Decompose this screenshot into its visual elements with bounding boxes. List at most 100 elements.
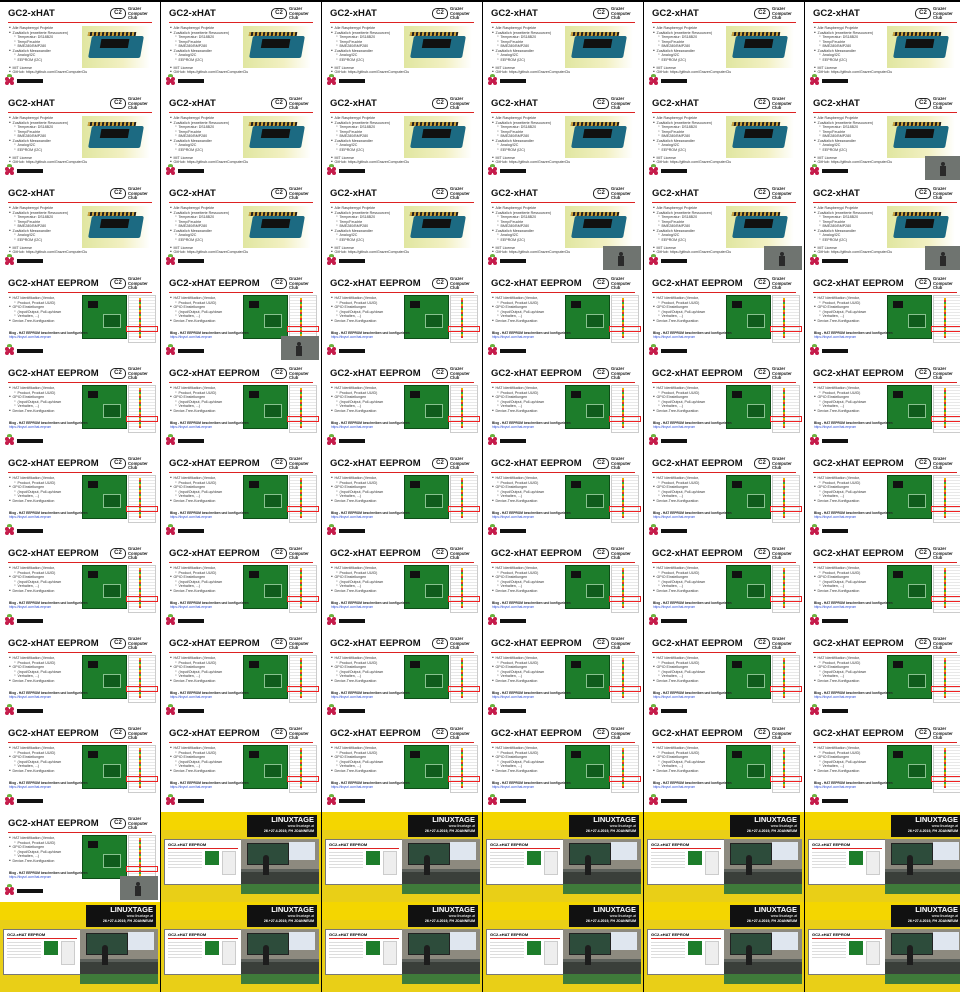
blog-note: Blog - HAT EEPROM beschreiben und konfig… (492, 601, 582, 610)
slide-gc2-xhat-eeprom: GC2-xHAT EEPROM C2Grazer Computer Club HAT… (644, 272, 804, 362)
video-frame-thumbnail[interactable]: GC2-xHAT EEPROM C2Grazer Computer Club HAT… (322, 452, 482, 542)
video-frame-thumbnail[interactable]: LINUXTAGE www.linuxtage.at 26.+27.4.2019, … (805, 812, 960, 902)
bullet-list: HAT Identifikation (Vendor,Product, Prod… (814, 386, 892, 413)
video-frame-thumbnail[interactable]: GC2-xHAT EEPROM C2Grazer Computer Club HAT… (644, 362, 804, 452)
linuxtage-stream-frame: LINUXTAGE www.linuxtage.at 26.+27.4.2019, … (644, 902, 804, 992)
slide-gc2-xhat-eeprom: GC2-xHAT EEPROM C2Grazer Computer Club HAT… (0, 362, 160, 452)
gc2-logo-mark: C2 (110, 458, 126, 469)
video-frame-thumbnail[interactable]: LINUXTAGE www.linuxtage.at 26.+27.4.2019, … (161, 812, 321, 902)
video-frame-thumbnail[interactable]: GC2-xHAT EEPROM C2Grazer Computer Club HAT… (322, 272, 482, 362)
video-frame-thumbnail[interactable]: GC2-xHAT EEPROM C2Grazer Computer Club HAT… (483, 632, 643, 722)
video-frame-thumbnail[interactable]: GC2-xHAT EEPROM C2Grazer Computer Club HAT… (644, 632, 804, 722)
video-frame-thumbnail[interactable]: GC2-xHAT EEPROM C2Grazer Computer Club HAT… (0, 632, 160, 722)
video-frame-thumbnail[interactable]: GC2-xHAT EEPROM C2Grazer Computer Club HAT… (483, 272, 643, 362)
video-frame-thumbnail[interactable]: GC2-xHAT EEPROM C2Grazer Computer Club HAT… (483, 362, 643, 452)
video-frame-thumbnail[interactable]: GC2-xHAT EEPROM C2Grazer Computer Club HAT… (805, 362, 960, 452)
video-frame-thumbnail[interactable]: LINUXTAGE www.linuxtage.at 26.+27.4.2019, … (805, 902, 960, 992)
video-frame-thumbnail[interactable]: GC2-xHAT C2Grazer Computer Club Alle Raspb… (0, 92, 160, 182)
video-frame-thumbnail[interactable]: GC2-xHAT EEPROM C2Grazer Computer Club HAT… (805, 632, 960, 722)
title-rule (8, 742, 152, 743)
video-frame-thumbnail[interactable]: GC2-xHAT EEPROM C2Grazer Computer Club HAT… (322, 542, 482, 632)
video-frame-thumbnail[interactable]: GC2-xHAT EEPROM C2Grazer Computer Club HAT… (322, 722, 482, 812)
video-frame-thumbnail[interactable]: LINUXTAGE www.linuxtage.at 26.+27.4.2019, … (0, 902, 160, 992)
hat-board-photo (82, 116, 150, 158)
gc2-logo-text: Grazer Computer Club (611, 366, 631, 381)
speaker-camera-overlay (281, 336, 319, 360)
video-frame-thumbnail[interactable]: GC2-xHAT EEPROM C2Grazer Computer Club HAT… (0, 452, 160, 542)
video-frame-thumbnail[interactable]: LINUXTAGE www.linuxtage.at 26.+27.4.2019, … (161, 902, 321, 992)
bullet-list: HAT Identifikation (Vendor,Product, Prod… (331, 566, 409, 593)
bullet-list: Alle Raspberrypi ProjekteZusätzlich (erw… (170, 116, 248, 165)
video-frame-thumbnail[interactable]: LINUXTAGE www.linuxtage.at 26.+27.4.2019, … (322, 902, 482, 992)
video-frame-thumbnail[interactable]: GC2-xHAT EEPROM C2Grazer Computer Club HAT… (161, 272, 321, 362)
video-frame-thumbnail[interactable]: GC2-xHAT EEPROM C2Grazer Computer Club HAT… (161, 632, 321, 722)
footer-bar (17, 799, 43, 803)
slide-title: GC2-xHAT EEPROM (491, 458, 582, 469)
video-frame-thumbnail[interactable]: GC2-xHAT C2Grazer Computer Club Alle Raspb… (644, 2, 804, 92)
video-frame-thumbnail[interactable]: GC2-xHAT C2Grazer Computer Club Alle Raspb… (322, 182, 482, 272)
blog-note: Blog - HAT EEPROM beschreiben und konfig… (170, 601, 260, 610)
gc2-logo-mark: C2 (110, 368, 126, 379)
video-frame-thumbnail[interactable]: GC2-xHAT C2Grazer Computer Club Alle Raspb… (161, 2, 321, 92)
video-frame-thumbnail[interactable]: GC2-xHAT EEPROM C2Grazer Computer Club HAT… (805, 452, 960, 542)
video-frame-thumbnail[interactable]: LINUXTAGE www.linuxtage.at 26.+27.4.2019, … (322, 812, 482, 902)
video-frame-thumbnail[interactable]: GC2-xHAT C2Grazer Computer Club Alle Raspb… (161, 92, 321, 182)
video-frame-thumbnail[interactable]: GC2-xHAT EEPROM C2Grazer Computer Club HAT… (161, 542, 321, 632)
footer-bar (822, 529, 848, 533)
video-frame-thumbnail[interactable]: GC2-xHAT EEPROM C2Grazer Computer Club HAT… (322, 632, 482, 722)
video-frame-thumbnail[interactable]: GC2-xHAT EEPROM C2Grazer Computer Club HAT… (483, 452, 643, 542)
slide-gc2-xhat-eeprom: GC2-xHAT EEPROM C2Grazer Computer Club HAT… (644, 362, 804, 452)
slide-preview-rule (812, 938, 882, 939)
video-frame-thumbnail[interactable]: GC2-xHAT EEPROM C2Grazer Computer Club HAT… (0, 812, 160, 902)
video-frame-thumbnail[interactable]: GC2-xHAT C2Grazer Computer Club Alle Raspb… (805, 92, 960, 182)
video-frame-thumbnail[interactable]: GC2-xHAT EEPROM C2Grazer Computer Club HAT… (805, 542, 960, 632)
bullet-list: HAT Identifikation (Vendor,Product, Prod… (814, 656, 892, 683)
video-frame-thumbnail[interactable]: GC2-xHAT EEPROM C2Grazer Computer Club HAT… (0, 722, 160, 812)
gpio-pinout-diagram (770, 565, 802, 613)
video-frame-thumbnail[interactable]: LINUXTAGE www.linuxtage.at 26.+27.4.2019, … (644, 902, 804, 992)
video-frame-thumbnail[interactable]: GC2-xHAT EEPROM C2Grazer Computer Club HAT… (0, 362, 160, 452)
hat-board (88, 36, 144, 58)
blog-note: Blog - HAT EEPROM beschreiben und konfig… (814, 331, 904, 340)
gpio-pinout-diagram (126, 295, 158, 343)
video-frame-thumbnail[interactable]: GC2-xHAT C2Grazer Computer Club Alle Raspb… (322, 92, 482, 182)
video-frame-thumbnail[interactable]: GC2-xHAT EEPROM C2Grazer Computer Club HAT… (644, 722, 804, 812)
video-frame-thumbnail[interactable]: GC2-xHAT EEPROM C2Grazer Computer Club HAT… (644, 542, 804, 632)
video-frame-thumbnail[interactable]: LINUXTAGE www.linuxtage.at 26.+27.4.2019, … (644, 812, 804, 902)
slide-gc2-xhat: GC2-xHAT C2Grazer Computer Club Alle Raspb… (644, 92, 804, 182)
video-frame-thumbnail[interactable]: LINUXTAGE www.linuxtage.at 26.+27.4.2019, … (483, 902, 643, 992)
video-frame-thumbnail[interactable]: GC2-xHAT EEPROM C2Grazer Computer Club HAT… (0, 542, 160, 632)
video-frame-thumbnail[interactable]: LINUXTAGE www.linuxtage.at 26.+27.4.2019, … (483, 812, 643, 902)
bullet-item: Device-Tree-Konfiguration (492, 409, 570, 414)
video-frame-thumbnail[interactable]: GC2-xHAT C2Grazer Computer Club Alle Raspb… (483, 182, 643, 272)
gc2-logo-text: Grazer Computer Club (289, 546, 309, 561)
video-frame-thumbnail[interactable]: GC2-xHAT C2Grazer Computer Club Alle Raspb… (161, 182, 321, 272)
video-frame-thumbnail[interactable]: GC2-xHAT EEPROM C2Grazer Computer Club HAT… (483, 722, 643, 812)
video-frame-thumbnail[interactable]: GC2-xHAT EEPROM C2Grazer Computer Club HAT… (483, 542, 643, 632)
slide-preview-bullets (812, 942, 846, 958)
video-frame-thumbnail[interactable]: GC2-xHAT C2Grazer Computer Club Alle Raspb… (805, 2, 960, 92)
video-frame-thumbnail[interactable]: GC2-xHAT EEPROM C2Grazer Computer Club HAT… (161, 722, 321, 812)
video-frame-thumbnail[interactable]: GC2-xHAT C2Grazer Computer Club Alle Raspb… (0, 182, 160, 272)
video-frame-thumbnail[interactable]: GC2-xHAT EEPROM C2Grazer Computer Club HAT… (805, 272, 960, 362)
lecture-hall-camera (885, 839, 960, 894)
video-frame-thumbnail[interactable]: GC2-xHAT C2Grazer Computer Club Alle Raspb… (483, 92, 643, 182)
video-frame-thumbnail[interactable]: GC2-xHAT EEPROM C2Grazer Computer Club HAT… (805, 722, 960, 812)
video-frame-thumbnail[interactable]: GC2-xHAT EEPROM C2Grazer Computer Club HAT… (644, 452, 804, 542)
video-frame-thumbnail[interactable]: GC2-xHAT C2Grazer Computer Club Alle Raspb… (483, 2, 643, 92)
footer-bar (822, 799, 848, 803)
video-frame-thumbnail[interactable]: GC2-xHAT EEPROM C2Grazer Computer Club HAT… (161, 452, 321, 542)
footer-bar (339, 169, 365, 173)
front-desk (724, 974, 802, 984)
gc2-logo-mark: C2 (110, 638, 126, 649)
video-frame-thumbnail[interactable]: GC2-xHAT EEPROM C2Grazer Computer Club HAT… (322, 362, 482, 452)
video-frame-thumbnail[interactable]: GC2-xHAT C2Grazer Computer Club Alle Raspb… (0, 2, 160, 92)
video-frame-thumbnail[interactable]: GC2-xHAT C2Grazer Computer Club Alle Raspb… (644, 92, 804, 182)
video-frame-thumbnail[interactable]: GC2-xHAT EEPROM C2Grazer Computer Club HAT… (0, 272, 160, 362)
video-frame-thumbnail[interactable]: GC2-xHAT EEPROM C2Grazer Computer Club HAT… (644, 272, 804, 362)
gc2-logo-text: Grazer Computer Club (128, 186, 148, 201)
video-frame-thumbnail[interactable]: GC2-xHAT C2Grazer Computer Club Alle Raspb… (322, 2, 482, 92)
video-frame-thumbnail[interactable]: GC2-xHAT EEPROM C2Grazer Computer Club HAT… (161, 362, 321, 452)
video-frame-thumbnail[interactable]: GC2-xHAT C2Grazer Computer Club Alle Raspb… (805, 182, 960, 272)
video-frame-thumbnail[interactable]: GC2-xHAT C2Grazer Computer Club Alle Raspb… (644, 182, 804, 272)
